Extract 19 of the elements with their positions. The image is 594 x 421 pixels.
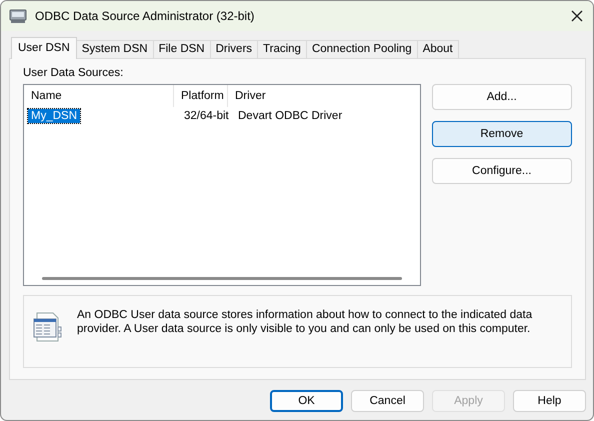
column-header[interactable]: Platform	[174, 85, 228, 107]
tab[interactable]: User DSN	[11, 37, 77, 59]
dialog-button[interactable]: OK	[270, 390, 343, 412]
column-header[interactable]: Name	[24, 85, 174, 107]
dialog-button[interactable]: Cancel	[351, 390, 424, 412]
section-label: User Data Sources:	[23, 67, 124, 79]
close-icon[interactable]	[571, 10, 583, 22]
dialog-button[interactable]: Remove	[432, 121, 572, 147]
dialog-button[interactable]: Configure...	[432, 158, 572, 184]
tab[interactable]: About	[416, 40, 459, 58]
dialog-button[interactable]: Add...	[432, 84, 572, 110]
column-header[interactable]: Driver	[228, 85, 420, 107]
table-cell[interactable]: Devart ODBC Driver	[235, 109, 346, 123]
computer-icon	[9, 8, 27, 24]
window-title: ODBC Data Source Administrator (32-bit)	[35, 9, 256, 23]
table-cell[interactable]: 32/64-bit	[181, 109, 232, 123]
info-text: An ODBC User data source stores information about how to connect to the indicated data provider. A User data source is only visible to you and can only be used on this computer.	[77, 308, 534, 336]
table-cell[interactable]: My_DSN	[28, 109, 80, 123]
dialog-button[interactable]: Help	[513, 390, 586, 412]
